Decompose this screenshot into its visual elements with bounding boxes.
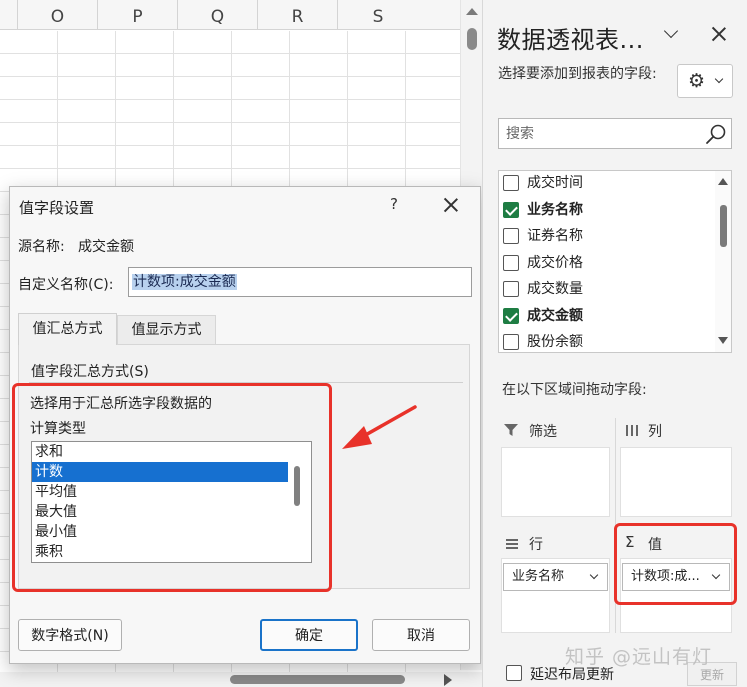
filter-icon — [504, 424, 518, 436]
field-item[interactable]: 成交金额 — [499, 303, 731, 330]
chevron-down-icon — [714, 74, 724, 84]
checkbox[interactable] — [503, 281, 519, 297]
field-list-scroll-thumb[interactable] — [720, 205, 727, 247]
scroll-down-icon[interactable] — [718, 337, 728, 344]
choose-fields-label: 选择要添加到报表的字段: — [498, 66, 657, 82]
pane-title: 数据透视表... — [497, 26, 644, 54]
filter-drop-zone[interactable] — [501, 447, 610, 517]
gear-icon: ⚙ — [688, 70, 706, 92]
field-label: 成交数量 — [527, 281, 583, 297]
rows-field-chip-label: 业务名称 — [512, 569, 565, 584]
scroll-up-icon[interactable] — [718, 178, 728, 185]
highlight-box-values — [614, 523, 737, 605]
field-item[interactable]: 业务名称 — [499, 197, 731, 224]
field-list-scrollbar[interactable] — [715, 171, 731, 352]
pivot-table-fields-pane: 数据透视表... 选择要添加到报表的字段: ⚙ 成交时间 业务名称 证券名称 成… — [482, 0, 747, 687]
checkbox[interactable] — [503, 175, 519, 191]
checkbox[interactable] — [503, 254, 519, 271]
checkbox[interactable] — [503, 228, 519, 244]
field-label: 成交时间 — [527, 175, 583, 191]
chevron-down-icon[interactable] — [589, 570, 599, 580]
search-icon[interactable] — [705, 123, 727, 145]
columns-icon — [626, 425, 638, 436]
arrow-to-calc-list — [342, 405, 417, 449]
columns-zone-label: 列 — [648, 424, 662, 440]
field-label: 业务名称 — [527, 201, 583, 218]
field-item[interactable]: 成交时间 — [499, 171, 731, 197]
field-item[interactable]: 成交数量 — [499, 276, 731, 303]
checkbox-checked[interactable] — [503, 201, 519, 218]
rows-field-chip[interactable]: 业务名称 — [503, 563, 608, 591]
search-box[interactable] — [498, 118, 732, 149]
columns-drop-zone[interactable] — [620, 447, 732, 517]
close-icon[interactable] — [707, 22, 731, 46]
field-label: 证券名称 — [527, 228, 583, 244]
rows-icon — [506, 539, 518, 549]
checkbox[interactable] — [503, 334, 519, 350]
defer-update-checkbox[interactable] — [506, 665, 522, 681]
chevron-down-icon[interactable] — [661, 24, 681, 44]
field-label: 股份余额 — [527, 334, 583, 350]
tools-button[interactable]: ⚙ — [677, 64, 733, 98]
drag-fields-label: 在以下区域间拖动字段: — [502, 382, 647, 398]
field-item[interactable]: 成交价格 — [499, 250, 731, 277]
search-input[interactable] — [506, 124, 696, 144]
rows-zone-label: 行 — [529, 537, 543, 553]
field-item[interactable]: 股份余额 — [499, 329, 731, 352]
watermark: 知乎 @远山有灯 — [565, 646, 713, 668]
filter-zone-label: 筛选 — [529, 424, 557, 440]
field-list: 成交时间 业务名称 证券名称 成交价格 成交数量 成交金额 股份余额 — [498, 170, 732, 353]
field-label: 成交金额 — [527, 307, 583, 324]
field-label: 成交价格 — [527, 254, 583, 271]
tab-summarize-values-by[interactable]: 值汇总方式 — [18, 313, 117, 345]
checkbox-checked[interactable] — [503, 307, 519, 324]
field-item[interactable]: 证券名称 — [499, 223, 731, 250]
